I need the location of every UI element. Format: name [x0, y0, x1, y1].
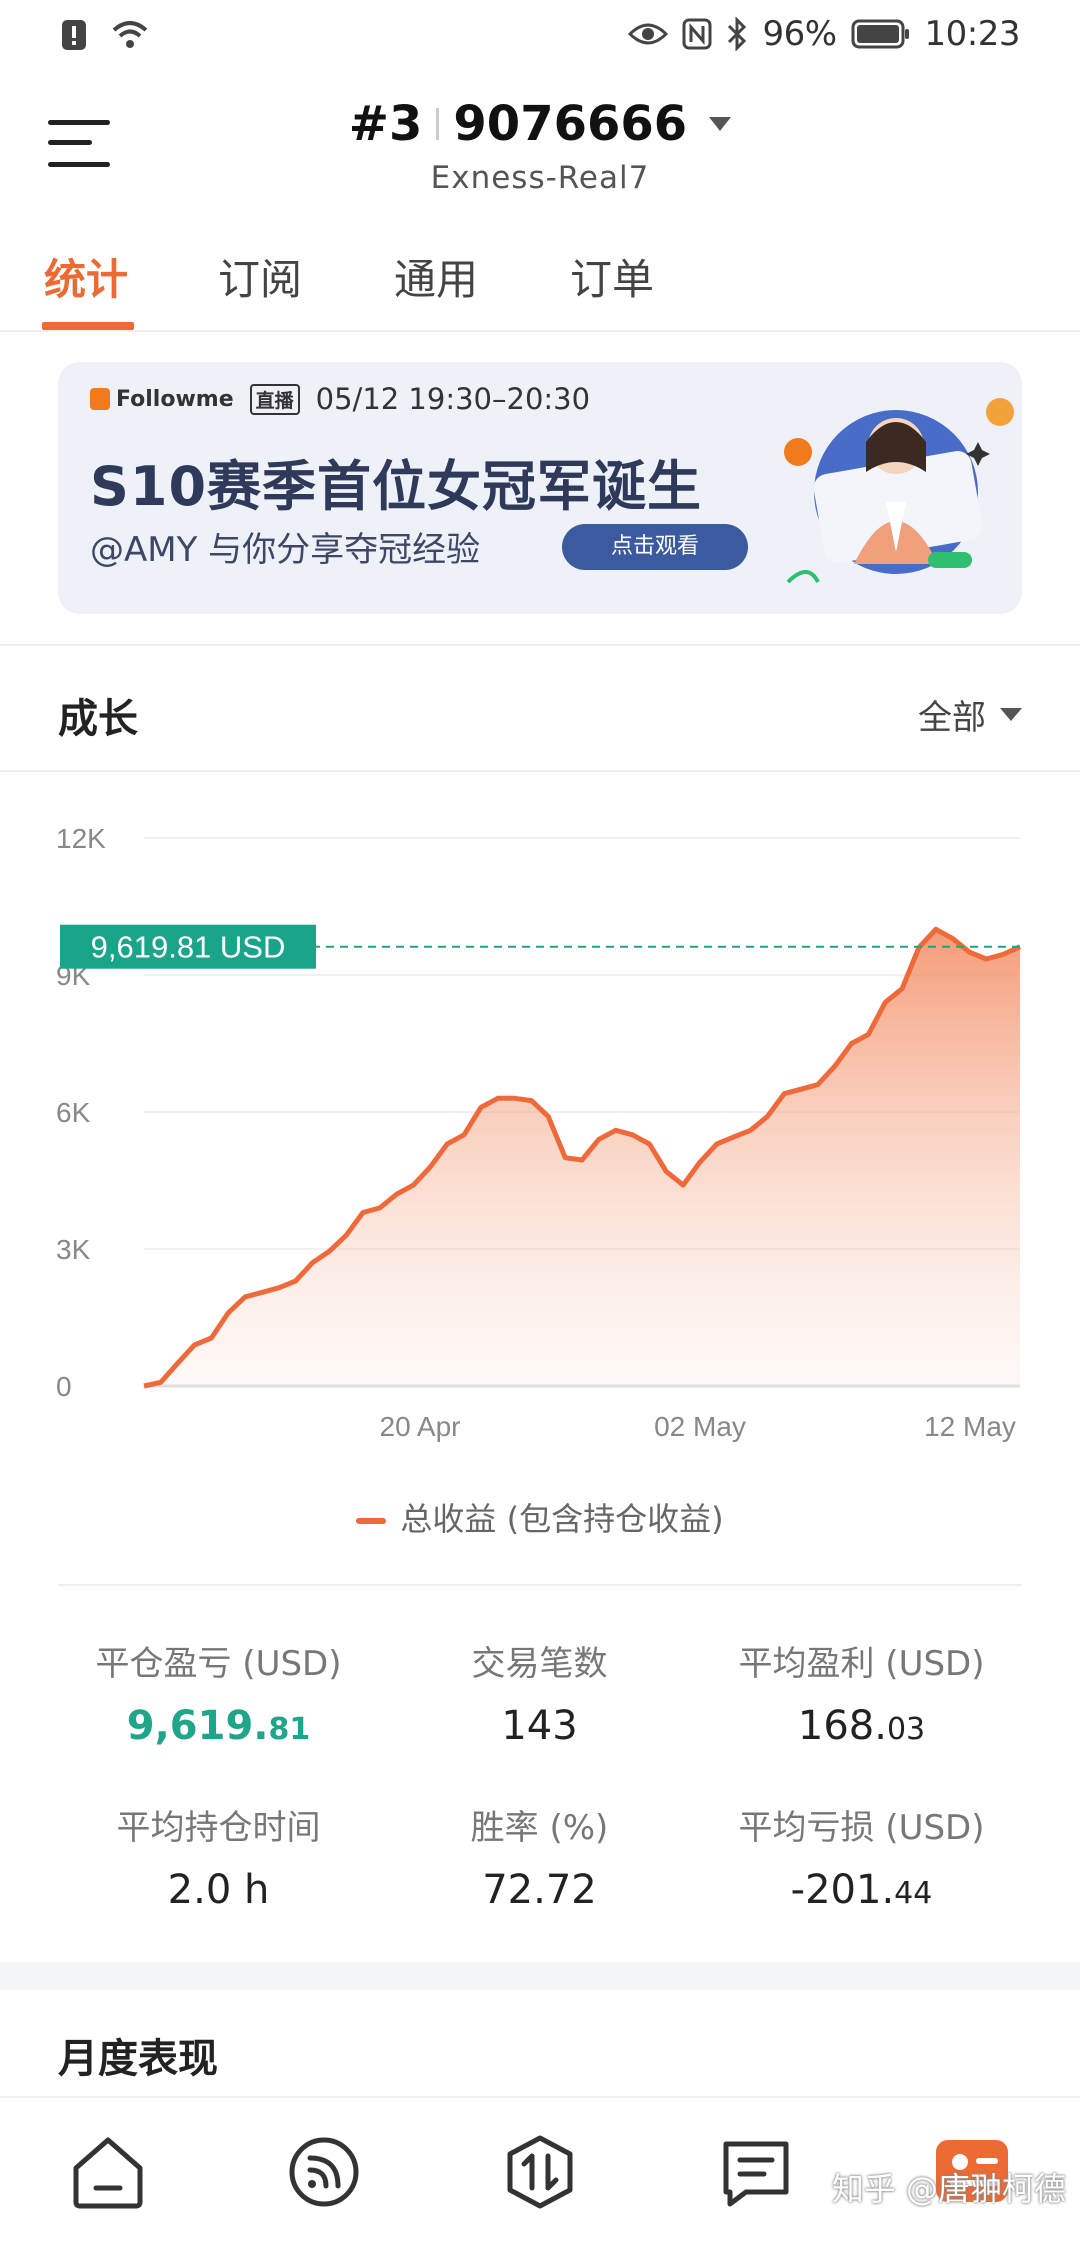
y-tick-label: 12K [56, 823, 106, 854]
stat-avg-hold-time: 平均持仓时间 2.0 h [58, 1800, 379, 1913]
chart-legend[interactable]: 总收益 (包含持仓收益) [0, 1494, 1080, 1540]
trade-icon [507, 2135, 573, 2209]
stat-value: 143 [501, 1703, 578, 1749]
tab-statistics[interactable]: 统计 [44, 246, 128, 307]
tab-general[interactable]: 通用 [394, 246, 478, 307]
growth-title: 成长 [58, 696, 138, 742]
x-tick-label: 20 Apr [380, 1411, 461, 1442]
bottom-nav: 知乎 @唐翀柯德 [0, 2096, 1080, 2244]
bluetooth-icon [728, 17, 747, 51]
followme-logo: Followme [90, 387, 234, 412]
stat-value: 2.0 h [167, 1867, 270, 1913]
message-icon [723, 2141, 789, 2207]
stat-label: 交易笔数 [471, 1644, 608, 1684]
banner-schedule: 05/12 19:30–20:30 [315, 382, 591, 416]
notification-icon [62, 20, 86, 50]
stat-win-rate: 胜率 (%) 72.72 [379, 1800, 700, 1913]
account-rank: #3 [348, 96, 423, 152]
nav-home[interactable] [68, 2132, 148, 2212]
y-tick-label: 3K [56, 1234, 91, 1265]
active-tab-indicator [42, 322, 134, 330]
banner-illustration [784, 398, 1014, 584]
chevron-down-icon [1000, 708, 1022, 721]
wifi-icon [112, 21, 148, 48]
stat-label: 平仓盈亏 (USD) [95, 1644, 342, 1684]
stat-label: 平均亏损 (USD) [738, 1808, 985, 1848]
battery-percent: 96% [762, 14, 837, 54]
banner-subtitle: @AMY 与你分享夺冠经验 [90, 530, 481, 570]
section-divider [0, 644, 1080, 646]
battery-icon [851, 19, 909, 49]
stat-trade-count: 交易笔数 143 [379, 1636, 700, 1749]
stat-value: 72.72 [482, 1867, 597, 1913]
app-header: #3 9076666 Exness-Real7 [0, 72, 1080, 212]
tab-bar: 统计 订阅 通用 订单 [0, 236, 1080, 332]
followme-logo-mark [90, 388, 110, 410]
live-badge: 直播 [249, 383, 300, 415]
account-server: Exness-Real7 [430, 160, 650, 196]
account-separator [436, 108, 440, 140]
nav-feed[interactable] [284, 2132, 364, 2212]
stat-label: 平均盈利 (USD) [738, 1644, 985, 1684]
monthly-performance-title: 月度表现 [58, 2036, 218, 2082]
section-divider [0, 770, 1080, 772]
clock: 10:23 [924, 14, 1021, 54]
current-value-label: 9,619.81 USD [91, 930, 286, 965]
eye-icon [628, 23, 669, 45]
nfc-icon [682, 18, 712, 50]
account-number: 9076666 [453, 96, 688, 152]
growth-chart: 12K9K6K3K0 20 Apr 02 May 12 May 9,619.81 U… [56, 823, 1022, 1442]
stat-closed-pnl: 平仓盈亏 (USD) 9,619.81 [58, 1636, 379, 1749]
nav-messages[interactable] [716, 2132, 796, 2212]
tab-subscriptions[interactable]: 订阅 [218, 246, 302, 307]
watermark-text: 知乎 @唐翀柯德 [831, 2170, 1066, 2208]
stat-label: 平均持仓时间 [116, 1808, 321, 1848]
stat-label: 胜率 (%) [470, 1808, 609, 1848]
nav-trade[interactable] [500, 2132, 580, 2212]
stats-grid: 平仓盈亏 (USD) 9,619.81 交易笔数 143 平均盈利 (USD) … [58, 1584, 1022, 1944]
x-tick-label: 12 May [924, 1411, 1016, 1442]
y-tick-label: 0 [56, 1371, 72, 1402]
stat-avg-profit: 平均盈利 (USD) 168.03 [701, 1636, 1022, 1749]
range-selector-label: 全部 [918, 698, 986, 738]
account-selector[interactable]: #3 9076666 Exness-Real7 [0, 96, 1080, 196]
home-icon [73, 2137, 143, 2209]
legend-label: 总收益 (包含持仓收益) [400, 1500, 724, 1538]
stat-value: 9,619.81 [126, 1703, 311, 1749]
stat-value: 168.03 [797, 1703, 926, 1749]
banner-watch-button[interactable]: 点击观看 [562, 524, 748, 570]
legend-swatch [356, 1518, 387, 1524]
stat-avg-loss: 平均亏损 (USD) -201.44 [701, 1800, 1022, 1913]
section-gap [0, 1962, 1080, 1990]
promo-banner[interactable]: Followme 直播 05/12 19:30–20:30 S10赛季首位女冠军… [58, 362, 1022, 614]
tab-orders[interactable]: 订单 [570, 246, 654, 307]
x-tick-label: 02 May [654, 1411, 746, 1442]
range-selector[interactable]: 全部 [918, 690, 1022, 739]
status-bar: 96% 10:23 [0, 0, 1080, 72]
y-tick-label: 6K [56, 1097, 91, 1128]
chevron-down-icon[interactable] [709, 117, 732, 131]
banner-title: S10赛季首位女冠军诞生 [90, 455, 703, 518]
stat-value: -201.44 [790, 1867, 933, 1913]
feed-icon [289, 2137, 359, 2207]
